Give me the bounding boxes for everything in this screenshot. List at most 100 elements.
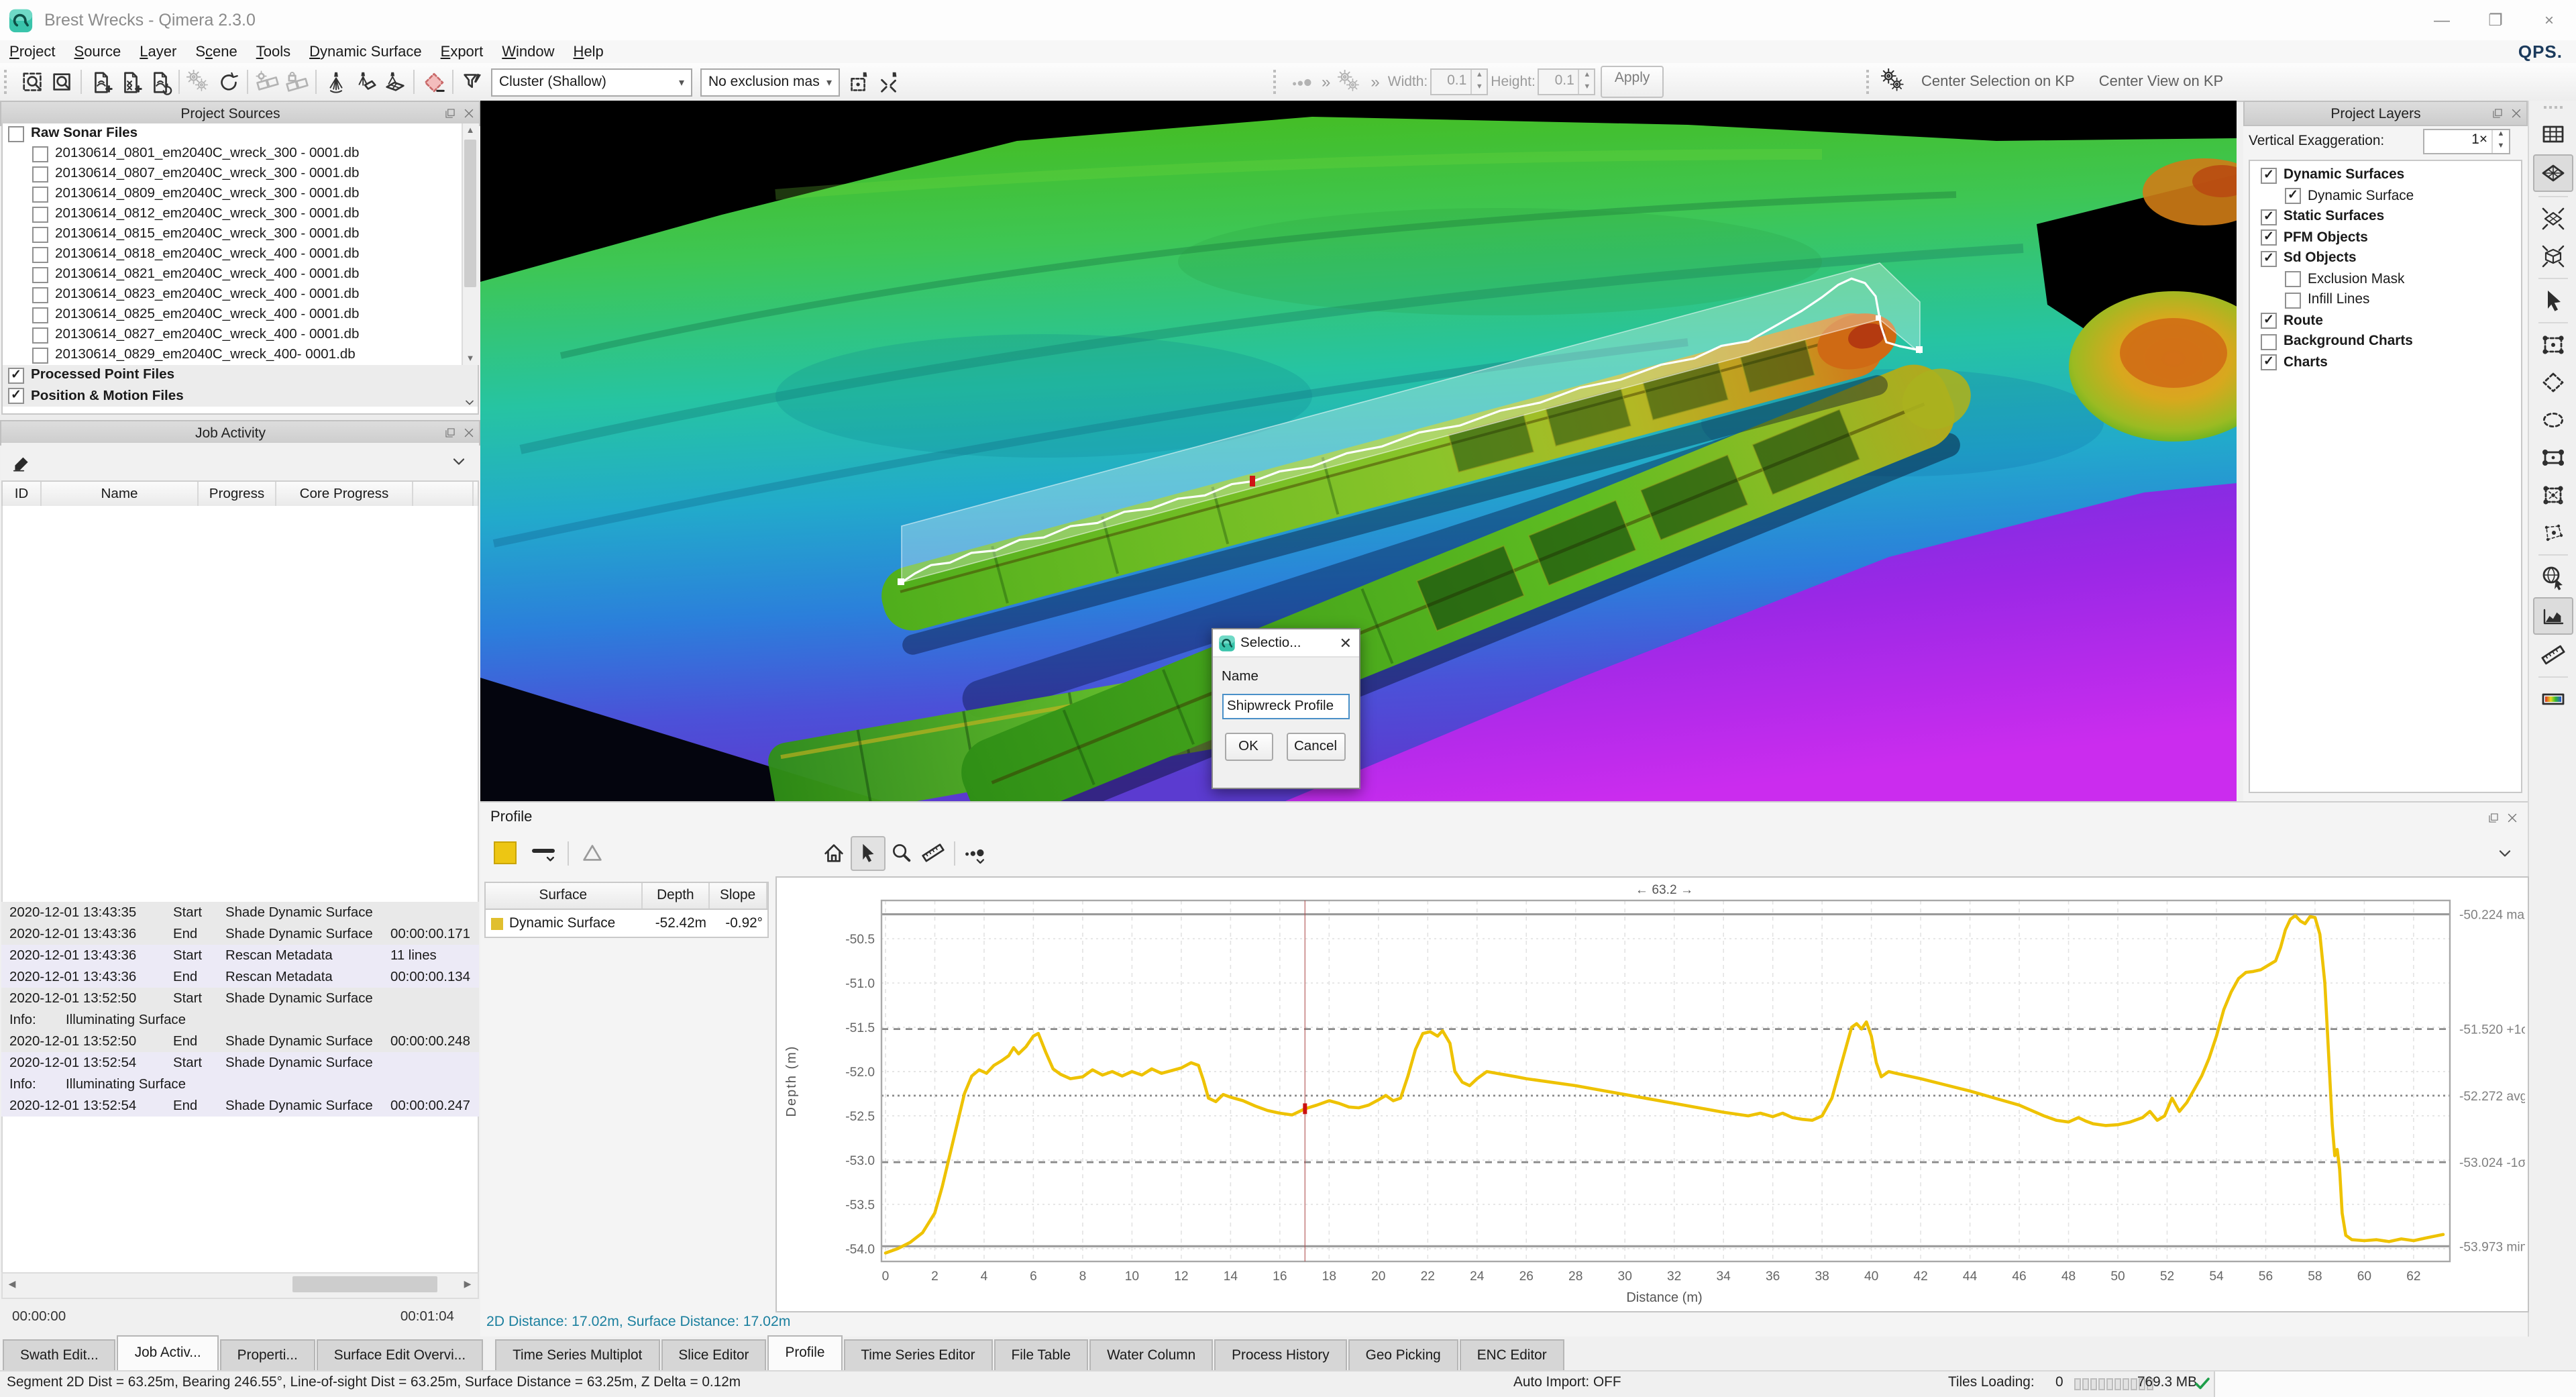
column-header-progress[interactable]: Progress	[199, 482, 276, 507]
select-points-icon[interactable]	[2534, 515, 2572, 550]
raw-sonar-file[interactable]: 20130614_0815_em2040C_wreck_300 - 0001.d…	[3, 224, 477, 244]
float-panel-icon[interactable]	[2488, 106, 2507, 121]
column-header-surface[interactable]: Surface	[485, 883, 643, 909]
checkbox[interactable]	[32, 246, 48, 262]
checkbox[interactable]: ✓	[2261, 251, 2277, 267]
grid-table-icon[interactable]	[2534, 117, 2572, 152]
raw-sonar-file[interactable]: 20130614_0829_em2040C_wreck_400- 0001.db	[3, 345, 477, 365]
checkbox[interactable]: ✓	[8, 368, 24, 384]
menu-item-window[interactable]: Window	[492, 44, 564, 60]
menu-item-source[interactable]: Source	[65, 44, 131, 60]
vertical-exaggeration-input[interactable]: 1× ▲▼	[2423, 129, 2510, 154]
zoom-window-icon[interactable]	[47, 67, 76, 97]
layer-item-sd-objects[interactable]: ✓Sd Objects	[2250, 248, 2520, 269]
checkbox[interactable]: ✓	[2261, 209, 2277, 225]
table-row[interactable]: Dynamic Surface-52.42m-0.92°	[484, 910, 768, 938]
menu-item-help[interactable]: Help	[564, 44, 613, 60]
tab-profile[interactable]: Profile	[767, 1335, 842, 1370]
checkbox[interactable]	[32, 206, 48, 222]
tab-process-history[interactable]: Process History	[1214, 1339, 1347, 1370]
checkbox[interactable]	[32, 307, 48, 323]
add-processed-file-icon[interactable]	[115, 67, 145, 97]
column-header-id[interactable]: ID	[3, 482, 42, 507]
layer-item-dynamic-surface[interactable]: ✓Dynamic Surface	[2250, 186, 2520, 207]
checkbox[interactable]	[32, 266, 48, 282]
tab-time-series-multiplot[interactable]: Time Series Multiplot	[495, 1339, 659, 1370]
triangle-marker-icon[interactable]	[576, 837, 608, 869]
cursor-icon[interactable]	[850, 835, 885, 870]
raw-sonar-file[interactable]: 20130614_0823_em2040C_wreck_400 - 0001.d…	[3, 284, 477, 305]
center-selection-kp-button[interactable]: Center Selection on KP	[1921, 74, 2075, 90]
float-panel-icon[interactable]	[2484, 810, 2503, 825]
position-motion-files-group[interactable]: ✓Position & Motion Files	[3, 386, 477, 407]
exclusion-mask-select[interactable]: No exclusion mask▾	[700, 68, 840, 96]
checkbox[interactable]: ✓	[2261, 355, 2277, 371]
layer-item-static-surfaces[interactable]: ✓Static Surfaces	[2250, 207, 2520, 227]
zoom-extents-3d-icon[interactable]	[2534, 201, 2572, 236]
checkbox[interactable]	[32, 287, 48, 303]
tab-water-column[interactable]: Water Column	[1089, 1339, 1213, 1370]
ok-button[interactable]: OK	[1224, 733, 1273, 761]
raw-sonar-file[interactable]: 20130614_0807_em2040C_wreck_300 - 0001.d…	[3, 164, 477, 184]
minimize-button[interactable]: —	[2415, 0, 2469, 40]
layer-item-infill-lines[interactable]: Infill Lines	[2250, 290, 2520, 311]
menu-item-layer[interactable]: Layer	[130, 44, 186, 60]
globe-pick-icon[interactable]	[2534, 560, 2572, 594]
profile-color-swatch[interactable]	[493, 841, 516, 864]
filter-pen-icon[interactable]	[458, 67, 487, 97]
log-row[interactable]: 2020-12-01 13:43:35StartShade Dynamic Su…	[1, 902, 478, 923]
log-row[interactable]: 2020-12-01 13:43:36EndRescan Metadata00:…	[1, 966, 478, 988]
close-panel-icon[interactable]	[2503, 810, 2522, 825]
checkbox[interactable]	[32, 166, 48, 182]
menu-item-project[interactable]: Project	[0, 44, 65, 60]
raw-sonar-file[interactable]: 20130614_0801_em2040C_wreck_300 - 0001.d…	[3, 144, 477, 164]
layer-item-background-charts[interactable]: Background Charts	[2250, 331, 2520, 352]
tab-time-series-editor[interactable]: Time Series Editor	[843, 1339, 992, 1370]
ruler-icon[interactable]	[917, 837, 949, 869]
reload-file-icon[interactable]	[145, 67, 174, 97]
dialog-close-icon[interactable]: ✕	[1340, 634, 1352, 652]
job-hscrollbar[interactable]: ◀ ▶	[1, 1272, 478, 1299]
magnifier-icon[interactable]	[885, 837, 917, 869]
log-row[interactable]: 2020-12-01 13:52:50EndShade Dynamic Surf…	[1, 1031, 478, 1052]
float-panel-icon[interactable]	[441, 106, 460, 121]
menu-item-dynamic-surface[interactable]: Dynamic Surface	[300, 44, 431, 60]
line-style-icon[interactable]	[527, 837, 559, 869]
mask-fit-icon[interactable]	[873, 67, 903, 97]
surface-mesh-icon[interactable]	[2533, 154, 2573, 192]
scene-3d-viewport[interactable]: Selectio... ✕ Name Shipwreck Profile OK …	[480, 101, 2236, 800]
mask-draw-icon[interactable]	[844, 67, 873, 97]
tab-enc-editor[interactable]: ENC Editor	[1460, 1339, 1564, 1370]
sources-corner-chevron-icon[interactable]	[461, 393, 477, 411]
raw-sonar-file[interactable]: 20130614_0809_em2040C_wreck_300 - 0001.d…	[3, 184, 477, 204]
raw-sonar-file[interactable]: 20130614_0825_em2040C_wreck_400 - 0001.d…	[3, 305, 477, 325]
tab-slice-editor[interactable]: Slice Editor	[661, 1339, 766, 1370]
cluster-select[interactable]: Cluster (Shallow)▾	[491, 68, 692, 96]
raw-sonar-file[interactable]: 20130614_0827_em2040C_wreck_400 - 0001.d…	[3, 325, 477, 345]
profile-chart[interactable]: -50.224 max-51.520 +1σ-52.272 avg-53.024…	[775, 876, 2529, 1312]
apply-button[interactable]: Apply	[1601, 66, 1664, 98]
select-diamond-icon[interactable]	[2534, 365, 2572, 400]
checkbox[interactable]	[32, 327, 48, 343]
close-panel-icon[interactable]	[2507, 106, 2526, 121]
column-header-core-progress[interactable]: Core Progress	[276, 482, 413, 507]
height-stepper[interactable]: 0.1 ▲▼	[1538, 68, 1596, 95]
select-rect-icon[interactable]	[2534, 327, 2572, 362]
overflow-chevron-icon[interactable]: »	[1322, 72, 1330, 91]
close-panel-icon[interactable]	[460, 425, 478, 440]
checkbox[interactable]: ✓	[2285, 189, 2301, 205]
sources-scrollbar[interactable]: ▲ ▼	[461, 123, 478, 365]
zoom-box-3d-icon[interactable]	[2534, 239, 2572, 274]
collapse-chevron-icon[interactable]	[449, 452, 468, 471]
checkbox[interactable]	[2261, 334, 2277, 350]
raw-sonar-file[interactable]: 20130614_0818_em2040C_wreck_400 - 0001.d…	[3, 244, 477, 264]
tab-properti-[interactable]: Properti...	[220, 1339, 315, 1370]
checkbox[interactable]	[8, 125, 24, 142]
sonar-beam-grid-icon[interactable]	[380, 67, 409, 97]
zoom-in-select-icon[interactable]	[17, 67, 47, 97]
dot-scale-icon[interactable]	[959, 837, 991, 869]
home-icon[interactable]	[818, 837, 850, 869]
log-row[interactable]: 2020-12-01 13:52:54StartShade Dynamic Su…	[1, 1052, 478, 1074]
tab-file-table[interactable]: File Table	[994, 1339, 1089, 1370]
log-row[interactable]: 2020-12-01 13:43:36EndShade Dynamic Surf…	[1, 923, 478, 945]
